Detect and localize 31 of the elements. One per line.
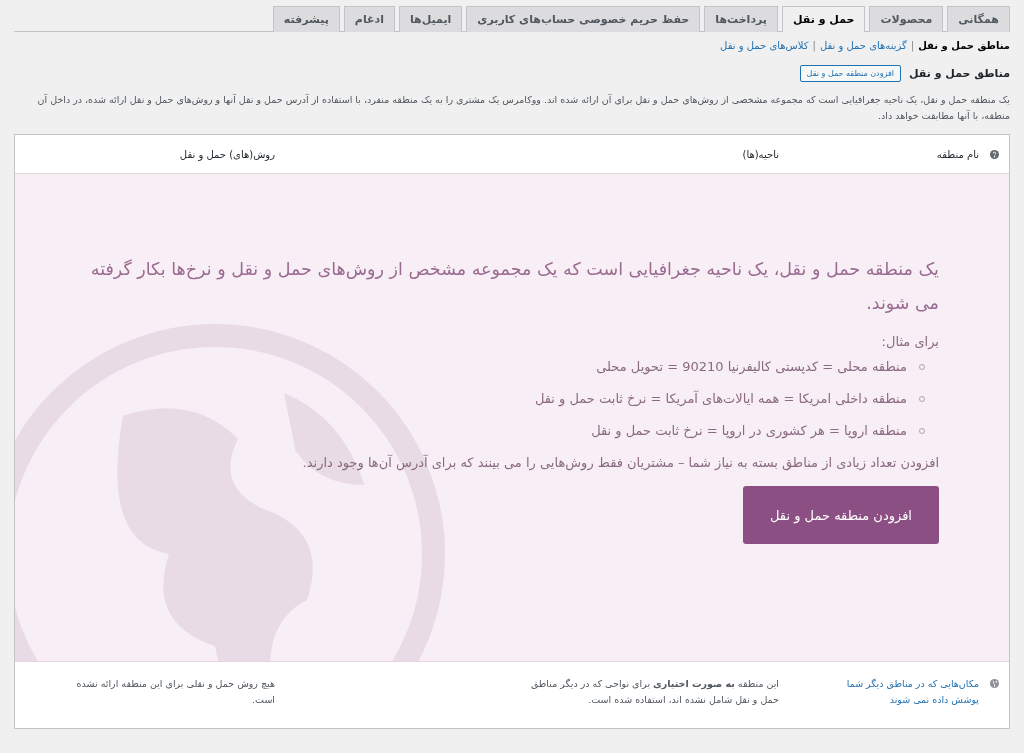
add-zone-button[interactable]: افزودن منطقه حمل و نقل [799,65,901,82]
settings-tab[interactable]: محصولات [869,6,944,32]
example-text: منطقه اروپا = هر کشوری در اروپا = نرخ ثابت حمل و نقل [591,423,907,438]
subnav-link[interactable]: کلاس‌های حمل و نقل [720,40,809,51]
globe-icon [989,679,999,688]
settings-tab[interactable]: ادغام [343,6,395,32]
settings-tab[interactable]: ایمیل‌ها [399,6,463,32]
separator-text: | [812,40,816,51]
description-text: یک منطقه حمل و نقل، یک ناحیه جغرافیایی است که مجموعه مشخصی از روش‌های حمل و نقل برای آن ارائه شده اند. ووکامرس یک مشتری را به یک منطقه منفرد، با استفاده از آدرس حمل و نقل آنها و روش‌های حمل و نقل ارائه شده، در داخل آن منطقه، با آنها مطابقت خواهد داد. [36,93,1010,123]
zone-name-link[interactable]: مکان‌هایی که در مناطق دیگر شما پوشش داده نمی شوند [819,676,979,708]
example-text: منطقه محلی = کدپستی کالیفرنیا 90210 = تحویل محلی [596,359,907,374]
separator-text: | [910,40,915,51]
settings-tab[interactable]: پیشرفته [272,6,340,32]
blank-state-note: افزودن تعداد زیادی از مناطق بسته به نیاز شما – مشتریان فقط روش‌هایی را می بینند که برای آدرس آن‌ها وجود دارند. [301,455,939,470]
examples-title: برای مثال: [880,334,939,349]
blank-state-lead: یک منطقه حمل و نقل، یک ناحیه جغرافیایی است که یک مجموعه مشخص از روش‌های حمل و نقل و نرخ‌ها بکار گرفته می شوند. [89,258,939,315]
column-header: نام منطقه [935,148,979,160]
subnav-link[interactable]: مناطق حمل و نقل [918,40,1010,51]
settings-tab[interactable]: حمل و نقل [782,6,866,32]
settings-tab[interactable]: پرداخت‌ها [704,6,778,32]
example-text: منطقه داخلی امریکا = همه ایالات‌های آمریکا = نرخ ثابت حمل و نقل [534,391,907,406]
add-zone-button[interactable]: افزودن منطقه حمل و نقل [743,486,939,544]
settings-tab[interactable]: حفظ حریم خصوصی حساب‌های کاربری [466,6,701,32]
methods-text: هیچ روش حمل و نقلی برای این منطقه ارائه نشده است. [75,677,275,707]
help-icon[interactable] [989,149,999,159]
regions-text: این منطقه به صورت اختیاری برای نواحی که در دیگر مناطق حمل و نقل شامل نشده اند، استفاده شده است. [529,677,779,707]
settings-tab[interactable]: همگانی [947,6,1010,32]
section-title: مناطق حمل و نقل [908,67,1010,80]
column-header: روش(های) حمل و نقل [178,148,275,160]
column-header: ناحیه(ها) [741,148,779,160]
subnav-link[interactable]: گزینه‌های حمل و نقل [819,40,907,51]
